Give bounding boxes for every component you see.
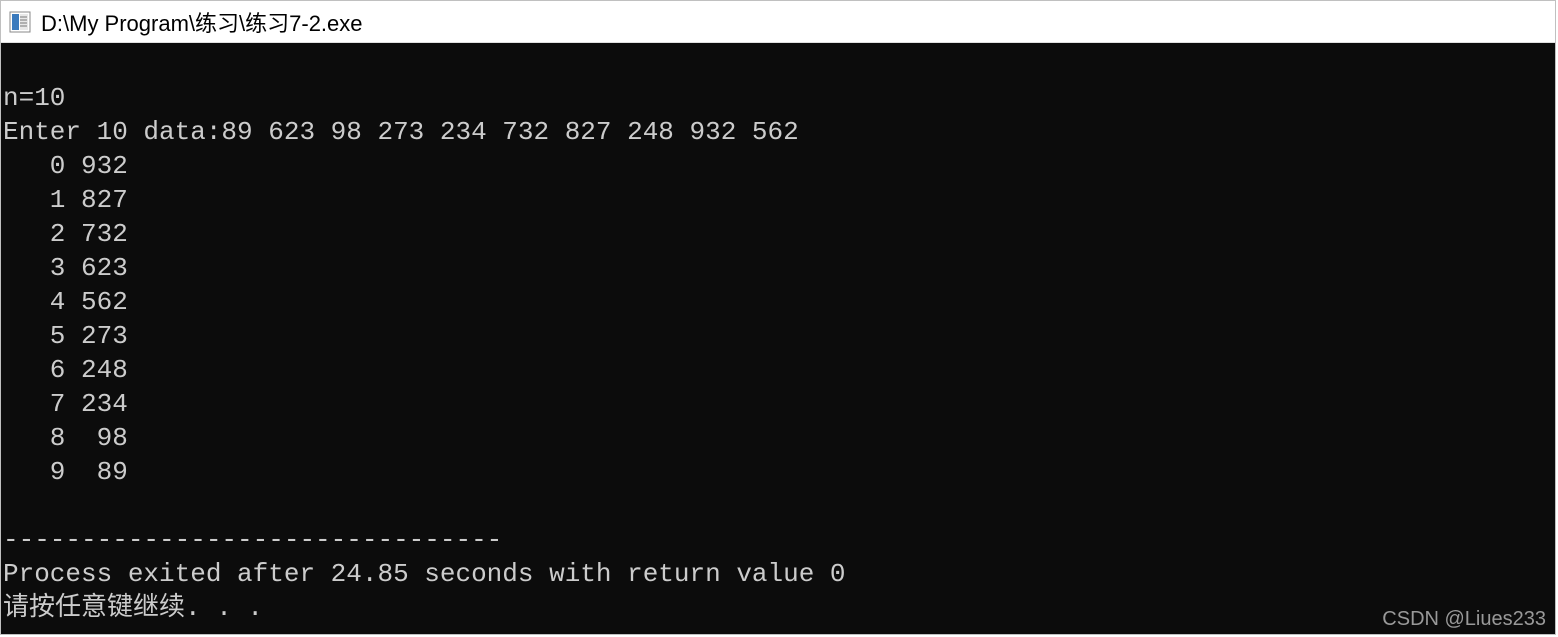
console-line: 请按任意键继续. . . [3,593,263,623]
window-title: D:\My Program\练习\练习7-2.exe [41,6,363,38]
console-line: 5 273 [3,321,128,351]
console-line: 0 932 [3,151,128,181]
console-window: D:\My Program\练习\练习7-2.exe n=10 Enter 10… [0,0,1556,635]
console-line: Enter 10 data:89 623 98 273 234 732 827 … [3,117,799,147]
console-output[interactable]: n=10 Enter 10 data:89 623 98 273 234 732… [1,43,1555,634]
console-line: 9 89 [3,457,128,487]
console-line: n=10 [3,83,65,113]
watermark: CSDN @Liues233 [1382,608,1546,631]
console-line: 2 732 [3,219,128,249]
console-line: 7 234 [3,389,128,419]
console-line: 6 248 [3,355,128,385]
console-line: 8 98 [3,423,128,453]
console-line: 1 827 [3,185,128,215]
titlebar[interactable]: D:\My Program\练习\练习7-2.exe [1,1,1555,43]
app-icon [9,11,31,33]
console-line: Process exited after 24.85 seconds with … [3,559,846,589]
console-line: 4 562 [3,287,128,317]
console-line: -------------------------------- [3,525,502,555]
console-line: 3 623 [3,253,128,283]
